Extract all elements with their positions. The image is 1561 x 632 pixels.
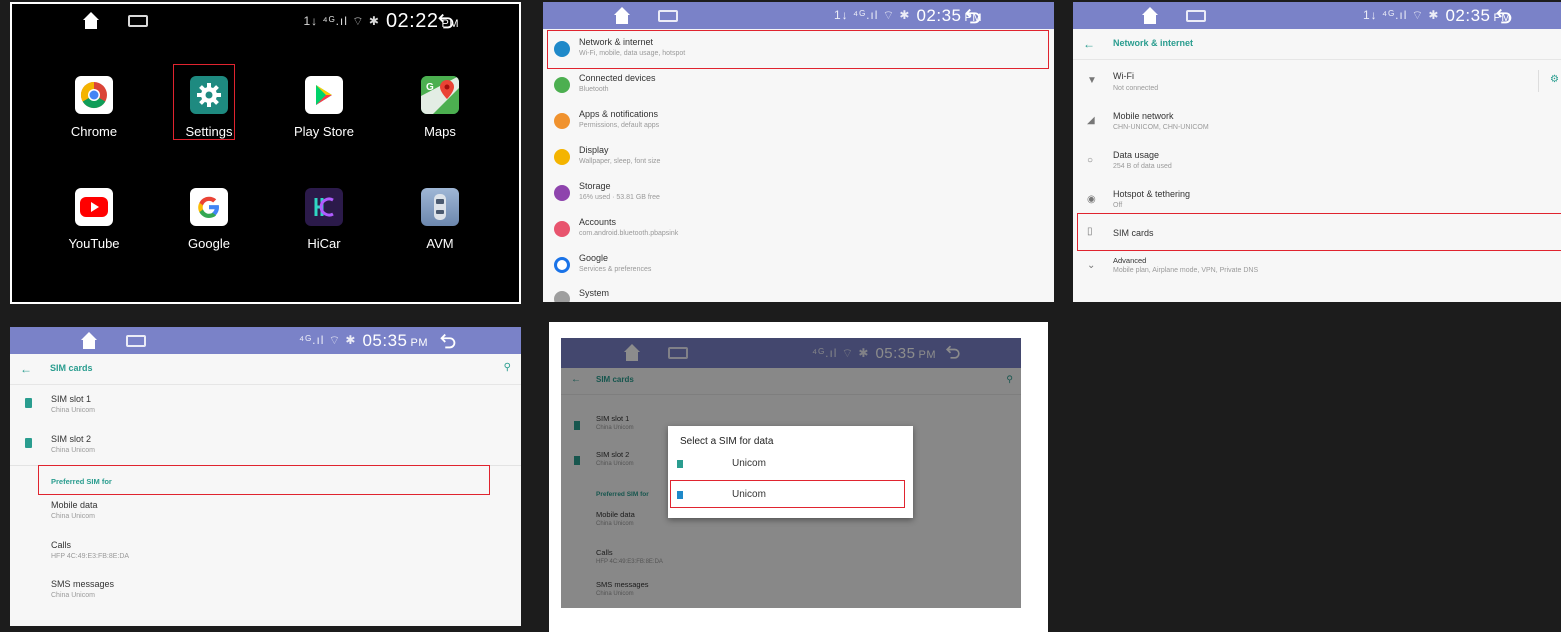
chrome-icon xyxy=(75,76,113,114)
status-bar: 1↓ ⁴ᴳ.ıl ⌔ ✱ 02:35 PM xyxy=(1073,2,1561,29)
sim-select-dialog-screen: ⁴ᴳ.ıl ⌔ ✱ 05:35 PM ← SIM cards ⚲ SIM slot… xyxy=(549,322,1048,632)
sim-cards-screen: ⁴ᴳ.ıl ⌔ ✱ 05:35 PM ← SIM cards ⚲ SIM slot… xyxy=(10,327,521,626)
back-icon[interactable] xyxy=(1493,5,1515,27)
hotspot-icon: ◉ xyxy=(1087,194,1096,205)
status-bar: 1↓ ⁴ᴳ.ıl ⌔ ✱ 02:22 PM xyxy=(12,4,519,38)
network-item-wifi[interactable]: ▼ Wi-Fi Not connected ⚙ xyxy=(1073,64,1561,102)
svg-text:G: G xyxy=(426,82,434,93)
home-icon[interactable] xyxy=(1141,7,1159,25)
settings-item-network[interactable]: Network & internet Wi-Fi, mobile, data u… xyxy=(543,32,1054,68)
signal-indicators: 1↓ ⁴ᴳ.ıl ⌔ ✱ xyxy=(833,8,911,22)
app-chrome[interactable]: Chrome xyxy=(39,76,149,139)
sim-card-icon xyxy=(677,491,683,499)
dialog-option-1[interactable]: Unicom xyxy=(668,451,913,477)
sim-card-icon xyxy=(25,398,32,408)
divider xyxy=(10,465,521,466)
network-item-mobile[interactable]: ◢ Mobile network CHN-UNICOM, CHN-UNICOM xyxy=(1073,102,1561,142)
app-hicar[interactable]: HiCar xyxy=(269,188,379,251)
status-bar: 1↓ ⁴ᴳ.ıl ⌔ ✱ 02:35 PM xyxy=(543,2,1054,29)
chevron-down-icon: ⌄ xyxy=(1087,260,1096,271)
app-settings[interactable]: Settings xyxy=(154,76,264,139)
settings-item-connected-devices[interactable]: Connected devices Bluetooth xyxy=(543,68,1054,104)
app-youtube[interactable]: YouTube xyxy=(39,188,149,251)
youtube-icon xyxy=(75,188,113,226)
sim-card-icon xyxy=(677,460,683,468)
settings-item-google[interactable]: Google Services & preferences xyxy=(543,248,1054,284)
app-avm[interactable]: AVM xyxy=(385,188,495,251)
signal-indicators: 1↓ ⁴ᴳ.ıl ⌔ ✱ xyxy=(303,13,380,28)
cell-signal-icon: ◢ xyxy=(1087,115,1095,126)
pref-sms[interactable]: SMS messages China Unicom xyxy=(10,574,521,614)
sim-select-dialog: Select a SIM for data Unicom Unicom xyxy=(668,426,913,518)
app-google[interactable]: Google xyxy=(154,188,264,251)
settings-item-apps[interactable]: Apps & notifications Permissions, defaul… xyxy=(543,104,1054,140)
sim-slot-2[interactable]: SIM slot 2 China Unicom xyxy=(10,425,521,465)
devices-icon xyxy=(554,77,570,93)
back-icon[interactable] xyxy=(435,10,457,32)
pref-mobile-data[interactable]: Mobile data China Unicom xyxy=(10,495,521,535)
app-play-store[interactable]: Play Store xyxy=(269,76,379,139)
dialog-option-2[interactable]: Unicom xyxy=(668,481,913,509)
settings-item-display[interactable]: Display Wallpaper, sleep, font size xyxy=(543,140,1054,176)
google-icon xyxy=(190,188,228,226)
pref-calls[interactable]: Calls HFP 4C:49:E3:FB:8E:DA xyxy=(10,534,521,574)
app-maps[interactable]: G Maps xyxy=(385,76,495,139)
play-store-icon xyxy=(305,76,343,114)
settings-item-storage[interactable]: Storage 16% used · 53.81 GB free xyxy=(543,176,1054,212)
home-icon[interactable] xyxy=(613,7,631,25)
sim-card-icon xyxy=(25,438,32,448)
storage-icon xyxy=(554,185,570,201)
section-header: Preferred SIM for xyxy=(51,477,112,486)
back-arrow-icon[interactable]: ← xyxy=(20,362,32,376)
accounts-icon xyxy=(554,221,570,237)
home-icon[interactable] xyxy=(82,12,100,30)
dialog-title: Select a SIM for data xyxy=(680,436,774,447)
network-item-data-usage[interactable]: ○ Data usage 254 B of data used xyxy=(1073,142,1561,182)
home-icon[interactable] xyxy=(80,332,98,350)
hicar-icon xyxy=(305,188,343,226)
wifi-icon: ▼ xyxy=(1087,75,1097,86)
network-item-advanced[interactable]: ⌄ Advanced Mobile plan, Airplane mode, V… xyxy=(1073,251,1561,285)
settings-screen: 1↓ ⁴ᴳ.ıl ⌔ ✱ 02:35 PM Network & internet … xyxy=(543,2,1054,302)
sim-slot-1[interactable]: SIM slot 1 China Unicom xyxy=(10,385,521,425)
recents-icon[interactable] xyxy=(126,335,146,347)
signal-indicators: ⁴ᴳ.ıl ⌔ ✱ xyxy=(299,333,357,347)
sim-card-icon: ▯ xyxy=(1087,226,1093,237)
gear-icon xyxy=(190,76,228,114)
wifi-icon xyxy=(554,41,570,57)
app-bar: ← SIM cards ⚲ xyxy=(10,354,521,385)
launcher-screen: 1↓ ⁴ᴳ.ıl ⌔ ✱ 02:22 PM Chrome Settings Pla… xyxy=(10,2,521,304)
divider xyxy=(1538,70,1539,92)
recents-icon[interactable] xyxy=(658,10,678,22)
settings-item-system[interactable]: System xyxy=(543,284,1054,302)
back-icon[interactable] xyxy=(437,330,459,352)
signal-indicators: 1↓ ⁴ᴳ.ıl ⌔ ✱ xyxy=(1362,8,1440,22)
app-bar: ← Network & internet xyxy=(1073,29,1561,60)
network-internet-screen: 1↓ ⁴ᴳ.ıl ⌔ ✱ 02:35 PM ← Network & interne… xyxy=(1073,2,1561,302)
google-icon xyxy=(554,257,570,273)
back-icon[interactable] xyxy=(962,5,984,27)
recents-icon[interactable] xyxy=(128,15,148,27)
display-icon xyxy=(554,149,570,165)
recents-icon[interactable] xyxy=(1186,10,1206,22)
status-bar: ⁴ᴳ.ıl ⌔ ✱ 05:35 PM xyxy=(10,327,521,354)
apps-icon xyxy=(554,113,570,129)
system-icon xyxy=(554,291,570,302)
data-usage-icon: ○ xyxy=(1087,155,1094,166)
back-arrow-icon[interactable]: ← xyxy=(1083,37,1095,51)
clock: 05:35 PM xyxy=(362,330,428,350)
sim-cards-background: ⁴ᴳ.ıl ⌔ ✱ 05:35 PM ← SIM cards ⚲ SIM slot… xyxy=(561,338,1021,608)
settings-item-accounts[interactable]: Accounts com.android.bluetooth.pbapsink xyxy=(543,212,1054,248)
gear-icon[interactable]: ⚙ xyxy=(1550,74,1559,85)
car-icon xyxy=(421,188,459,226)
network-item-sim-cards[interactable]: ▯ SIM cards xyxy=(1073,213,1561,251)
maps-icon: G xyxy=(421,76,459,114)
search-icon[interactable]: ⚲ xyxy=(504,362,511,373)
